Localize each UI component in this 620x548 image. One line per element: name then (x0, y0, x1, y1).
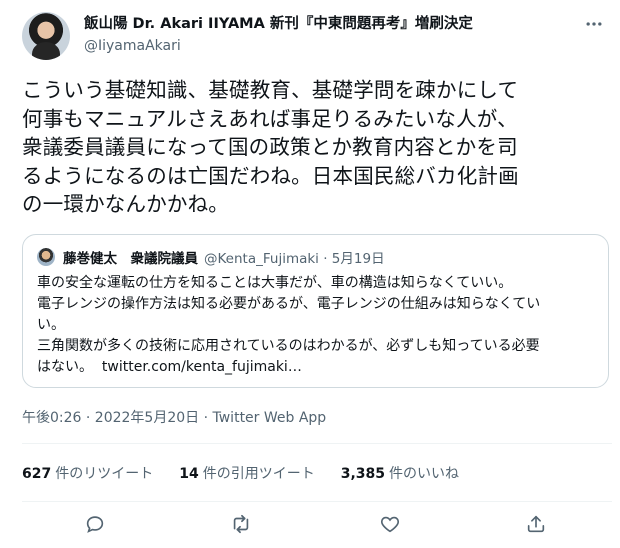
quoted-tweet-header: 藤巻健太 衆議院議員 @Kenta_Fujimaki · 5月19日 (37, 247, 385, 267)
quotes-stat[interactable]: 14 件の引用ツイート (179, 463, 314, 483)
tweet-text: こういう基礎知識、基礎教育、基礎学問を疎かにして 何事もマニュアルさえあれば事足… (22, 76, 612, 219)
retweet-icon[interactable] (225, 508, 257, 540)
tweet-timestamp[interactable]: 午後0:26 · 2022年5月20日 (22, 410, 199, 426)
likes-stat[interactable]: 3,385 件のいいね (341, 463, 459, 483)
likes-label: 件のいいね (389, 466, 460, 482)
tweet-text-line: るようになるのは亡国だわね。日本国民総バカ化計画 (22, 163, 519, 188)
quoted-text-line: 車の安全な運転の仕方を知ることは大事だが、車の構造は知らなくていい。 (37, 275, 513, 291)
tweet-text-line: の一環かなんかかね。 (22, 192, 229, 216)
quoted-author-handle-date: @Kenta_Fujimaki · 5月19日 (204, 251, 385, 267)
share-icon[interactable] (520, 508, 552, 540)
tweet-metadata: 午後0:26 · 2022年5月20日 · Twitter Web App (22, 407, 326, 427)
quoted-text-line: 電子レンジの操作方法は知る必要があるが、電子レンジの仕組みは知らなくてい (37, 296, 541, 312)
tweet-actions (22, 508, 612, 540)
reply-icon[interactable] (79, 508, 111, 540)
tweet-text-line: こういう基礎知識、基礎教育、基礎学問を疎かにして (22, 78, 519, 102)
quotes-label: 件の引用ツイート (202, 466, 315, 482)
quoted-tweet-text: 車の安全な運転の仕方を知ることは大事だが、車の構造は知らなくていい。 電子レンジ… (37, 273, 597, 378)
quoted-author-name: 藤巻健太 衆議院議員 (63, 251, 198, 267)
author-handle[interactable]: @IiyamaAkari (84, 36, 554, 56)
quoted-text-line: はない。 (37, 359, 93, 375)
tweet-text-line: 衆議委員議員になって国の政策とか教育内容とかを司 (22, 135, 518, 159)
divider (22, 501, 612, 502)
quoted-text-line-last: はない。 twitter.com/kenta_fujimaki… (37, 357, 597, 378)
tweet-header: 飯山陽 Dr. Akari IIYAMA 新刊『中東問題再考』増刷決定 @Iiy… (22, 12, 610, 64)
like-icon[interactable] (374, 508, 406, 540)
author-display-name[interactable]: 飯山陽 Dr. Akari IIYAMA 新刊『中東問題再考』増刷決定 (84, 14, 554, 34)
retweets-label: 件のリツイート (55, 466, 154, 482)
quoted-tweet-link[interactable]: twitter.com/kenta_fujimaki… (102, 359, 302, 375)
quotes-count: 14 (179, 466, 199, 482)
tweet-text-line: 何事もマニュアルさえあれば事足りるみたいな人が、 (22, 106, 518, 131)
author-info: 飯山陽 Dr. Akari IIYAMA 新刊『中東問題再考』増刷決定 @Iiy… (84, 14, 554, 56)
author-avatar[interactable] (22, 12, 70, 60)
retweets-count: 627 (22, 466, 52, 482)
retweets-stat[interactable]: 627 件のリツイート (22, 463, 153, 483)
quoted-text-line: い。 (37, 317, 65, 333)
tweet-source[interactable]: Twitter Web App (213, 410, 327, 426)
meta-separator: · (199, 410, 213, 426)
more-options-icon[interactable] (582, 12, 606, 36)
divider (22, 443, 612, 444)
quoted-tweet[interactable]: 藤巻健太 衆議院議員 @Kenta_Fujimaki · 5月19日 車の安全な… (22, 234, 609, 388)
tweet-stats: 627 件のリツイート 14 件の引用ツイート 3,385 件のいいね (22, 461, 485, 485)
quoted-author-avatar (37, 248, 55, 266)
quoted-text-line: 三角関数が多くの技術に応用されているのはわかるが、必ずしも知っている必要 (37, 338, 540, 354)
likes-count: 3,385 (340, 466, 386, 482)
